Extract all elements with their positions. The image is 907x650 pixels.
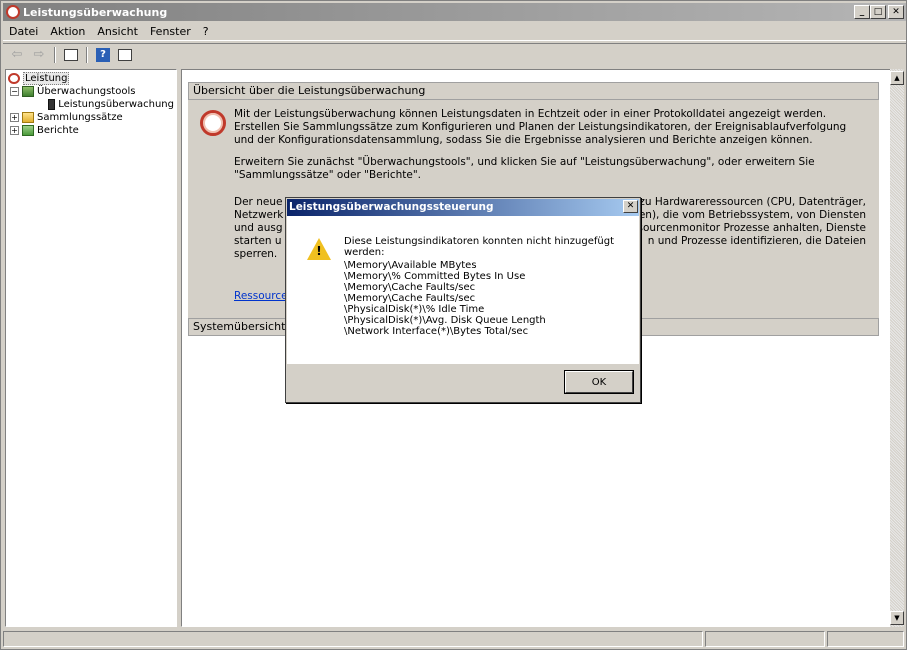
resource-monitor-link[interactable]: Ressource (234, 290, 288, 303)
tree-item-label: Überwachungstools (37, 86, 136, 97)
scroll-down-icon[interactable]: ▼ (890, 611, 904, 625)
counter-item: \PhysicalDisk(*)\% Idle Time (344, 304, 485, 315)
tree-item-ueberwachungstools[interactable]: − Überwachungstools (8, 85, 174, 98)
counter-item: \PhysicalDisk(*)\Avg. Disk Queue Length (344, 315, 546, 326)
performance-icon (200, 110, 226, 136)
scroll-up-icon[interactable]: ▲ (890, 71, 904, 85)
tree-item-leistung[interactable]: Leistung (8, 72, 174, 85)
menu-aktion[interactable]: Aktion (44, 25, 91, 38)
text-fragment: starten u (234, 235, 282, 247)
toolbar: ⇦ ⇨ ? (3, 43, 906, 65)
menu-help[interactable]: ? (197, 25, 215, 38)
overview-paragraph-2: Erweitern Sie zunächst "Überwachungstool… (234, 156, 815, 181)
show-hide-console-tree-button[interactable] (61, 46, 81, 64)
counter-item: \Memory\Available MBytes (344, 260, 477, 271)
console-tree: Leistung − Überwachungstools Leistungsüb… (5, 69, 177, 627)
monitoring-tools-icon (22, 86, 34, 97)
expand-icon[interactable]: + (10, 113, 19, 122)
tree-item-label: Berichte (37, 125, 79, 136)
error-dialog: Leistungsüberwachungssteuerung ✕ ! Diese… (285, 197, 641, 403)
performance-icon (8, 73, 20, 84)
window-controls: _ □ ✕ (854, 5, 904, 19)
text-fragment: en zu Hardwareressourcen (CPU, Datenträg… (622, 196, 866, 208)
tree-item-label: Sammlungssätze (37, 112, 123, 123)
tree-item-berichte[interactable]: + Berichte (8, 124, 174, 137)
tree-item-label: Leistung (23, 72, 70, 85)
window-title: Leistungsüberwachung (23, 5, 168, 19)
dialog-message: Diese Leistungsindikatoren konnten nicht… (344, 236, 614, 258)
status-cell-3 (827, 631, 904, 647)
toolbar-separator (86, 46, 88, 63)
dialog-title: Leistungsüberwachungssteuerung (287, 199, 639, 216)
text-fragment: und ausg (234, 222, 283, 234)
tree-item-label: Leistungsüberwachung (58, 99, 174, 110)
tree-item-sammlungssaetze[interactable]: + Sammlungssätze (8, 111, 174, 124)
counter-item: \Memory\Cache Faults/sec (344, 282, 476, 293)
text-fragment: odulen), die vom Betriebssystem, von Die… (616, 209, 866, 221)
toolbar-separator (54, 46, 56, 63)
status-cell-main (3, 631, 703, 647)
counter-item: \Memory\% Committed Bytes In Use (344, 271, 526, 282)
overview-section-header[interactable]: Übersicht über die Leistungsüberwachung (188, 82, 879, 100)
text-fragment: ssourcenmonitor Prozesse anhalten, Diens… (632, 222, 866, 234)
main-window: Leistungsüberwachung _ □ ✕ Datei Aktion … (0, 0, 907, 650)
status-bar (3, 631, 906, 649)
console-tree-icon (64, 48, 78, 61)
text-fragment: Netzwerk (234, 209, 284, 221)
forward-arrow-icon[interactable]: ⇨ (29, 46, 49, 64)
menu-ansicht[interactable]: Ansicht (91, 25, 144, 38)
performance-icon (6, 5, 20, 19)
tree-item-leistungsueberwachung[interactable]: Leistungsüberwachung (8, 98, 174, 111)
data-collector-sets-icon (22, 112, 34, 123)
overview-paragraph-1: Mit der Leistungsüberwachung können Leis… (234, 108, 847, 146)
expand-icon[interactable]: + (10, 126, 19, 135)
collapse-icon[interactable]: − (10, 87, 19, 96)
text-fragment: Der neue (234, 196, 283, 208)
status-cell-2 (705, 631, 825, 647)
vertical-scrollbar[interactable]: ▲ ▼ (890, 69, 904, 627)
text-fragment: n und Prozesse identifizieren, die Datei… (647, 235, 866, 247)
title-bar: Leistungsüberwachung _ □ ✕ (3, 3, 906, 21)
dialog-body: ! Diese Leistungsindikatoren konnten nic… (287, 216, 639, 364)
counter-item: \Network Interface(*)\Bytes Total/sec (344, 326, 529, 337)
performance-monitor-icon (48, 99, 56, 110)
maximize-button[interactable]: □ (870, 5, 886, 19)
help-button[interactable]: ? (93, 46, 113, 64)
action-pane-icon (118, 48, 132, 61)
minimize-button[interactable]: _ (854, 5, 870, 19)
menu-bar: Datei Aktion Ansicht Fenster ? (3, 23, 906, 41)
dialog-close-button[interactable]: ✕ (623, 200, 638, 213)
show-action-pane-button[interactable] (115, 46, 135, 64)
counter-item: \Memory\Cache Faults/sec (344, 293, 476, 304)
menu-datei[interactable]: Datei (3, 25, 44, 38)
warning-exclamation-icon: ! (316, 244, 322, 258)
reports-icon (22, 125, 34, 136)
back-arrow-icon[interactable]: ⇦ (7, 46, 27, 64)
menu-fenster[interactable]: Fenster (144, 25, 197, 38)
help-icon: ? (96, 47, 110, 62)
counter-list: \Memory\Available MBytes \Memory\% Commi… (344, 260, 546, 337)
ok-button[interactable]: OK (565, 371, 633, 393)
close-button[interactable]: ✕ (888, 5, 904, 19)
